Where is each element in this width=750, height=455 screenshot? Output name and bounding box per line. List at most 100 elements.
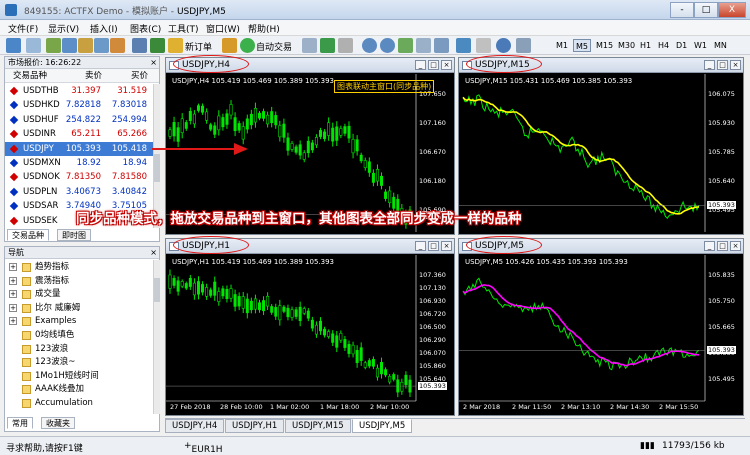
close-button[interactable]: X [718,2,746,18]
market-row[interactable]: USDJPY 105.393 105.418 [5,141,153,156]
profiles-icon[interactable] [26,38,41,53]
navigator-item[interactable]: Accumulation [22,397,93,410]
market-row[interactable]: USDMXN 18.92 18.94 [5,156,153,170]
tf-h4[interactable]: H4 [656,39,671,52]
market-row[interactable]: USDINR 65.211 65.266 [5,127,153,141]
chart-window-h1[interactable]: USDJPY,H1 _ □ × USDJPY,H1 105.419 105.469 10… [165,238,455,416]
navigator-item[interactable]: + Examples [9,315,76,328]
menu-help[interactable]: 帮助(H) [248,22,280,35]
metaeditor-icon[interactable] [222,38,237,53]
bar-chart-icon[interactable] [302,38,317,53]
expand-icon[interactable]: + [9,290,17,299]
menu-tools[interactable]: 工具(T) [168,22,199,35]
navigator-item[interactable]: + 震荡指标 [9,275,69,288]
status-profile[interactable]: + EUR1H [184,441,223,455]
candle-body [367,161,371,173]
auto-trading-button[interactable]: 自动交易 [256,40,292,53]
chart-shift-icon[interactable] [434,38,449,53]
window-tab-m5[interactable]: USDJPY,M5 [352,419,413,433]
tab-symbols[interactable]: 交易品种 [7,229,49,241]
line-chart-icon[interactable] [338,38,353,53]
expand-icon[interactable]: + [9,303,17,312]
expand-icon[interactable]: + [9,317,17,326]
candlestick-icon[interactable] [320,38,335,53]
navigator-item[interactable]: + 比尔 威廉姆 [9,302,80,315]
tf-w1[interactable]: W1 [692,39,709,52]
candle-body [384,191,388,199]
strategy-tester-icon[interactable] [110,38,125,53]
chart-window-icon[interactable] [132,38,147,53]
navigator-item[interactable]: + 成交量 [9,288,61,301]
navigator-item[interactable]: 123波浪~ [22,356,75,369]
zoom-out-icon[interactable] [380,38,395,53]
navigator-item[interactable]: 1Mo1H短线时间 [22,370,99,383]
tf-m1[interactable]: M1 [554,39,570,52]
market-row[interactable]: USDNOK 7.81350 7.81580 [5,170,153,184]
tf-h1[interactable]: H1 [638,39,653,52]
new-order-button[interactable]: 新订单 [185,40,212,53]
tf-m5[interactable]: M5 [573,39,591,52]
price-plot[interactable] [166,239,452,413]
menu-file[interactable]: 文件(F) [8,22,38,35]
terminal-icon[interactable] [94,38,109,53]
auto-scroll-icon[interactable] [416,38,431,53]
data-window-icon[interactable] [62,38,77,53]
window-tab-m15[interactable]: USDJPY,M15 [285,419,351,433]
expand-icon[interactable]: + [9,263,17,271]
tab-tick-chart[interactable]: 即时图 [57,229,91,241]
clock-icon[interactable] [496,38,511,53]
expand-icon[interactable]: + [9,276,17,285]
templates-icon[interactable] [516,38,531,53]
navigator-item[interactable]: 123波浪 [22,343,68,356]
candle-body [172,278,176,286]
col-symbol[interactable]: 交易品种 [13,69,47,83]
close-icon[interactable]: × [150,57,157,69]
navigator-icon[interactable] [78,38,93,53]
window-tab-h1[interactable]: USDJPY,H1 [225,419,285,433]
bid-price: 65.211 [71,129,101,140]
history-icon[interactable] [150,38,165,53]
close-icon[interactable]: × [150,247,157,259]
candle-body [339,128,343,136]
col-bid[interactable]: 卖价 [85,69,102,83]
zoom-in-icon[interactable] [362,38,377,53]
tab-favorites[interactable]: 收藏夹 [41,417,75,429]
scrollbar[interactable] [153,260,160,414]
market-row[interactable]: USDTHB 31.397 31.519 [5,84,153,98]
navigator-item[interactable]: + 趋势指标 [9,261,69,274]
navigator-item[interactable]: 0均线填色 [22,329,74,342]
market-row[interactable]: USDHKD 7.82818 7.83018 [5,98,153,112]
periods-icon[interactable] [476,38,491,53]
market-watch-icon[interactable] [46,38,61,53]
chart-window-m5[interactable]: USDJPY,M5 _ □ × USDJPY,M5 105.426 105.435 10… [458,238,744,416]
new-chart-icon[interactable] [6,38,21,53]
maximize-button[interactable]: □ [694,2,718,18]
tf-d1[interactable]: D1 [674,39,689,52]
scroll-thumb[interactable] [154,278,160,302]
candle-body [404,374,408,385]
minimize-button[interactable]: - [670,2,694,18]
tf-m30[interactable]: M30 [616,39,637,52]
indicators-icon[interactable] [456,38,471,53]
col-ask[interactable]: 买价 [131,69,148,83]
candle-body [196,281,200,295]
menu-window[interactable]: 窗口(W) [206,22,240,35]
menu-insert[interactable]: 插入(I) [90,22,118,35]
tf-m15[interactable]: M15 [594,39,615,52]
tab-common[interactable]: 常用 [7,417,33,429]
time-tick-label: 1 Mar 18:00 [320,403,360,411]
price-plot[interactable] [459,58,741,232]
tile-windows-icon[interactable] [398,38,413,53]
navigator-item[interactable]: AAAK线叠加 [22,383,84,396]
menu-view[interactable]: 显示(V) [48,22,79,35]
ask-price: 254.994 [111,114,147,125]
market-row[interactable]: USDPLN 3.40673 3.40842 [5,185,153,199]
new-order-icon[interactable] [168,38,183,53]
bid-price: 18.92 [76,158,101,168]
menu-charts[interactable]: 图表(C) [130,22,161,35]
market-row[interactable]: USDHUF 254.822 254.994 [5,113,153,127]
tf-mn[interactable]: MN [712,39,729,52]
price-plot[interactable] [459,239,741,413]
auto-trading-icon[interactable] [240,38,255,53]
window-tab-h4[interactable]: USDJPY,H4 [165,419,225,433]
